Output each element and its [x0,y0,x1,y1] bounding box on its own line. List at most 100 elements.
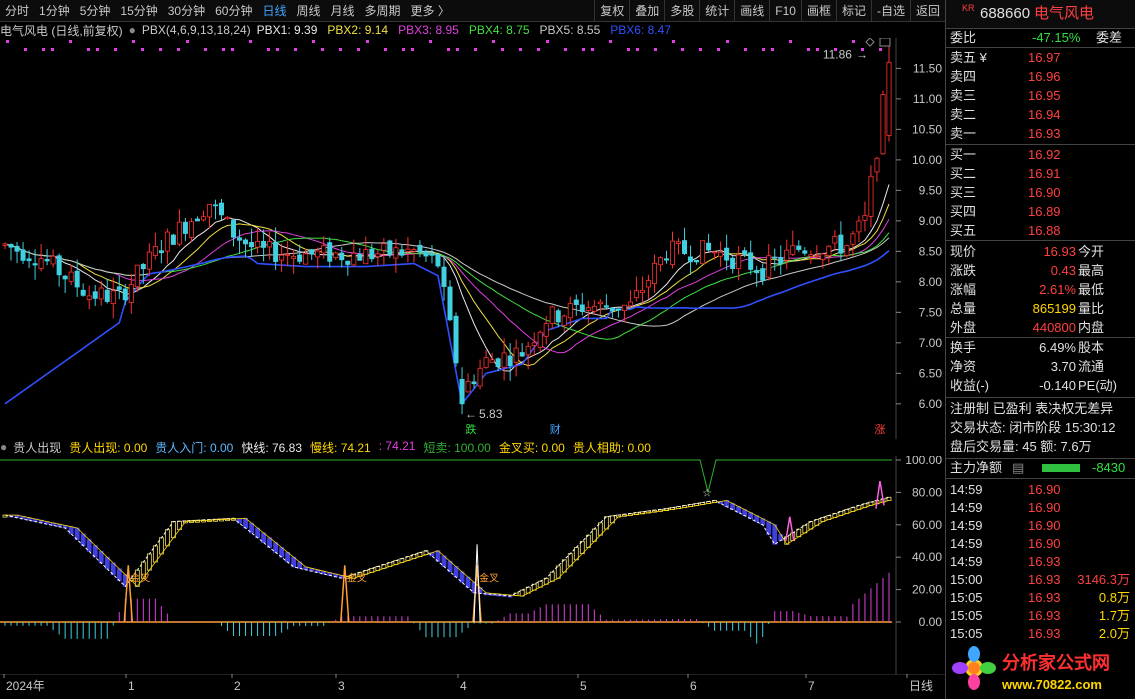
info-text: 交易状态: 闭市阶段 15:30:12 [950,420,1116,435]
ask-price: 16.93 [1028,126,1061,141]
stat-value: 865199 [1032,301,1076,316]
sub-y-tick-label: 0.00 [919,615,943,629]
period-tab[interactable]: 周线 [291,0,325,22]
tick-time: 14:59 [950,554,983,569]
candle [225,216,231,220]
maximize-icon[interactable] [879,38,891,47]
candle [315,247,321,269]
candle [663,250,669,264]
diamond-icon[interactable] [865,38,875,47]
tick-time: 14:59 [950,518,983,533]
ask-row[interactable]: 卖四 16.96 [946,68,1135,86]
stock-chart-app: 分时 1分钟 5分钟 15分钟 30分钟 60分钟 日线 周线 月线 多周期 更多 〉 复权 叠加 多股… [0,0,1135,699]
x-axis-label: 4 [460,679,467,693]
tick-time: 14:59 [950,482,983,497]
toolbar-button[interactable]: 多股 [664,0,699,22]
y-tick-label: 11.50 [913,61,942,75]
toolbar-button[interactable]: 叠加 [629,0,664,22]
golden-cross-label: 金叉 [479,572,499,585]
period-tab[interactable]: 30分钟 [163,0,210,22]
period-tab[interactable]: 多周期 [360,0,406,22]
signal-dot [699,48,702,51]
sub-y-tick-label: 40.00 [912,550,942,564]
candle [862,201,868,232]
candle [688,245,694,275]
signal-dot [159,48,162,51]
signal-dot [312,40,315,43]
period-tab[interactable]: 更多 〉 [406,0,455,22]
kline-chart[interactable]: 11.50 11.00 10.50 10.00 9.50 9.00 8.50 8.00 7.50… [0,38,945,439]
period-tab[interactable]: 5分钟 [75,0,116,22]
pbx-legend-item: PBX2: 9.14 [327,23,389,37]
bid-row[interactable]: 买五 16.88 [946,222,1135,240]
toolbar-button[interactable]: 统计 [699,0,734,22]
candle [176,209,182,247]
bid-row[interactable]: 买三 16.90 [946,184,1135,202]
sub-settings-icon[interactable]: ● [0,440,7,454]
x-axis-label: 6 [690,679,697,693]
toolbar-button[interactable]: 标记 [835,0,871,22]
event-marker[interactable]: 财 [550,422,561,436]
candle [657,256,663,272]
signal-dot [582,48,585,51]
pink-spike [875,480,885,509]
event-marker[interactable]: 涨 [874,423,885,436]
signal-dot [276,48,279,51]
period-tab[interactable]: 15分钟 [115,0,162,22]
ask-row[interactable]: 卖五 ¥ 16.97 [946,49,1135,67]
toolbar-button[interactable]: F10 [769,0,801,22]
signal-dot [429,40,432,43]
info-text: 注册制 已盈利 表决权无差异 [950,401,1114,416]
period-tab[interactable]: 日线 [257,0,291,22]
toolbar-button[interactable]: 画框 [800,0,836,22]
signal-dot [519,48,522,51]
ask-row[interactable]: 卖三 16.95 [946,87,1135,105]
signal-dot [636,48,639,51]
y-tick-label: 8.50 [919,244,943,258]
list-icon[interactable]: ▤ [1012,459,1024,477]
candle [501,338,507,381]
indicator-name[interactable]: PBX(4,6,9,13,18,24) [142,23,251,37]
toolbar-button[interactable]: 复权 [594,0,629,22]
bid-row[interactable]: 买二 16.91 [946,165,1135,183]
candle [489,352,495,363]
market-tag: KR [962,3,975,13]
indicator-chart[interactable]: 100.00 80.00 60.00 40.00 20.00 0.00 ☆ 金叉 金叉 金叉 [0,456,945,674]
y-tick-label: 10.50 [912,122,942,136]
period-toolbar: 分时 1分钟 5分钟 15分钟 30分钟 60分钟 日线 周线 月线 多周期 更多 〉 复权 叠加 多股… [0,0,945,22]
stat-label: 外盘 [950,320,977,335]
period-tab[interactable]: 1分钟 [34,0,75,22]
bid-row[interactable]: 买一 16.92 [946,146,1135,164]
main-flow-bar [1042,464,1080,472]
candle [417,240,423,258]
candle [363,236,369,265]
ask-row[interactable]: 卖一 16.93 [946,125,1135,143]
sub-y-tick-label: 60.00 [912,518,942,532]
tick-row: 15:05 16.93 1.7万 [946,607,1135,625]
period-tab[interactable]: 分时 [0,0,34,22]
candle [327,237,333,268]
tick-price: 16.90 [1028,536,1061,551]
indicator-legend-item: 贵人出现: 0.00 [69,440,148,455]
candle [399,244,405,258]
period-tab[interactable]: 60分钟 [210,0,257,22]
period-tab[interactable]: 月线 [326,0,360,22]
candle [778,245,784,275]
indicator-settings-icon[interactable]: ● [129,23,136,37]
toolbar-button[interactable]: -自选 [870,0,910,22]
candle [519,343,525,357]
toolbar-button[interactable]: 画线 [734,0,769,22]
stock-name[interactable]: 电气风电 [1034,0,1094,28]
event-marker[interactable]: 跌 [466,422,477,436]
ask-row[interactable]: 卖二 16.94 [946,106,1135,124]
high-price-label: 11.86 [823,47,852,61]
indicator-legend-item: 金叉买: 0.00 [498,440,565,455]
star-icon: ☆ [702,487,712,499]
candle [832,230,838,251]
toolbar-button[interactable]: 返回 [909,0,945,22]
bid-row[interactable]: 买四 16.89 [946,203,1135,221]
candle [453,312,459,367]
bid-label: 买五 [950,223,977,238]
signal-dot [384,48,387,51]
signal-dot [87,48,90,51]
